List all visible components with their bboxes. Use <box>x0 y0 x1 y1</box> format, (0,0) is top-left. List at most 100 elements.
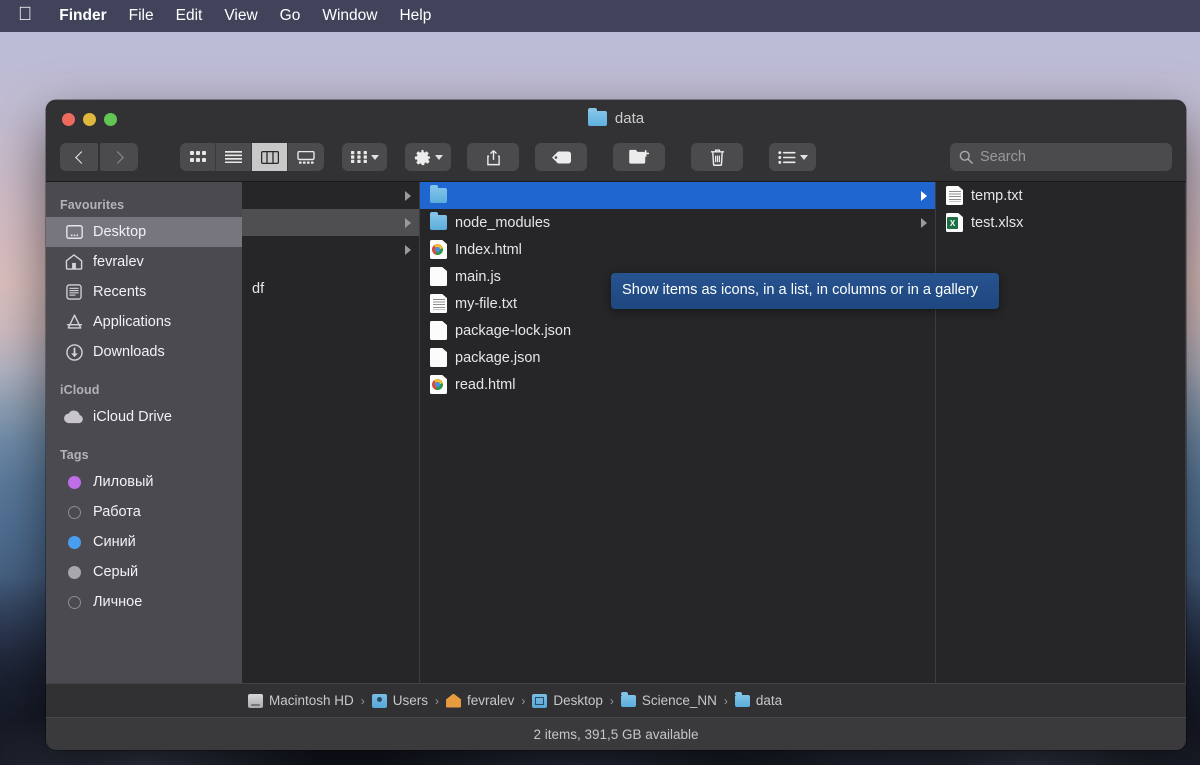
menu-item-window[interactable]: Window <box>311 4 388 28</box>
sidebar-item-label: Applications <box>93 314 172 330</box>
sidebar-item-downloads[interactable]: Downloads <box>46 337 242 367</box>
list-item[interactable]: node_modules <box>420 209 935 236</box>
breadcrumb-science-nn[interactable]: Science_NN <box>620 692 717 708</box>
chevron-down-icon <box>435 154 443 160</box>
edit-tags-button[interactable] <box>535 143 587 171</box>
folder-icon <box>734 692 750 707</box>
sidebar-item-label: Downloads <box>93 344 165 360</box>
folder-icon <box>430 212 447 230</box>
list-item[interactable]: package-lock.json <box>420 317 935 344</box>
gallery-view-button[interactable] <box>288 143 324 171</box>
menu-item-edit[interactable]: Edit <box>165 4 214 28</box>
text-file-icon <box>946 186 963 205</box>
breadcrumb-desktop[interactable]: Desktop <box>532 693 603 708</box>
new-folder-button[interactable] <box>613 143 665 171</box>
sidebar-item-tag-grey[interactable]: Серый <box>46 557 242 587</box>
breadcrumb-fevralev[interactable]: fevralev <box>446 693 514 708</box>
window-toolbar: data Search <box>46 100 1186 182</box>
share-button[interactable] <box>467 143 519 171</box>
disclosure-arrow-icon <box>921 190 927 201</box>
menu-item-view[interactable]: View <box>213 4 268 28</box>
list-item[interactable] <box>242 182 419 209</box>
delete-button[interactable] <box>691 143 743 171</box>
sidebar-item-icloud-drive[interactable]: iCloud Drive <box>46 402 242 432</box>
sidebar-item-label: Серый <box>93 564 139 580</box>
tag-dot-icon <box>64 475 84 489</box>
list-item[interactable] <box>420 182 935 209</box>
back-button[interactable] <box>60 143 98 171</box>
chevron-down-icon <box>800 154 808 160</box>
sidebar-item-recents[interactable]: Recents <box>46 277 242 307</box>
action-menu-button[interactable] <box>405 143 451 171</box>
recents-icon <box>64 284 84 300</box>
text-file-icon <box>430 294 447 313</box>
menu-item-go[interactable]: Go <box>269 4 312 28</box>
menu-item-file[interactable]: File <box>118 4 165 28</box>
column-view-button[interactable] <box>252 143 288 171</box>
forward-button[interactable] <box>100 143 138 171</box>
apple-menu-icon[interactable]:  <box>18 5 48 27</box>
sidebar-item-label: fevralev <box>93 254 144 270</box>
folder-icon <box>430 185 447 203</box>
icon-view-button[interactable] <box>180 143 216 171</box>
breadcrumb-separator: › <box>609 693 614 708</box>
grid-icon <box>351 151 367 163</box>
list-item-label: temp.txt <box>971 187 1023 204</box>
tag-dot-icon <box>64 565 84 579</box>
sidebar-item-tag-purple[interactable]: Лиловый <box>46 467 242 497</box>
hard-drive-icon <box>248 693 263 708</box>
sidebar-item-desktop[interactable]: Desktop <box>46 217 242 247</box>
forward-arrow-icon <box>110 150 124 164</box>
list-item-label: node_modules <box>455 214 551 231</box>
list-item[interactable] <box>242 209 419 236</box>
desktop-icon <box>64 225 84 239</box>
sidebar: Favourites Desktop fevralev Recents Appl… <box>46 182 242 683</box>
zoom-button[interactable] <box>104 113 117 126</box>
list-item[interactable] <box>242 236 419 263</box>
sidebar-item-label: iCloud Drive <box>93 409 172 425</box>
sidebar-item-tag-work[interactable]: Работа <box>46 497 242 527</box>
breadcrumb-data[interactable]: data <box>734 692 782 708</box>
breadcrumb-label: Desktop <box>553 693 603 708</box>
list-item[interactable]: test.xlsx <box>936 209 1185 236</box>
list-item[interactable]: read.html <box>420 371 935 398</box>
menu-item-help[interactable]: Help <box>388 4 442 28</box>
list-item[interactable]: Index.html <box>420 236 935 263</box>
breadcrumb-macintosh-hd[interactable]: Macintosh HD <box>248 693 354 708</box>
disclosure-arrow-icon <box>405 217 411 228</box>
list-item[interactable]: package.json <box>420 344 935 371</box>
disclosure-arrow-icon <box>405 244 411 255</box>
sidebar-item-tag-blue[interactable]: Синий <box>46 527 242 557</box>
window-title-bar: data <box>46 108 1186 127</box>
list-item-label: test.xlsx <box>971 214 1024 231</box>
breadcrumb-users[interactable]: Users <box>371 693 429 708</box>
downloads-icon <box>64 343 84 361</box>
breadcrumb-label: fevralev <box>467 693 515 708</box>
sidebar-item-fevralev[interactable]: fevralev <box>46 247 242 277</box>
breadcrumb-label: Users <box>392 693 429 708</box>
share-icon <box>486 149 500 165</box>
home-icon <box>64 254 84 270</box>
menu-item-finder[interactable]: Finder <box>48 4 117 28</box>
search-placeholder: Search <box>980 149 1026 165</box>
search-field[interactable]: Search <box>950 143 1172 171</box>
breadcrumb-separator: › <box>435 693 440 708</box>
sidebar-header-icloud: iCloud <box>60 383 100 397</box>
breadcrumb-label: Macintosh HD <box>269 693 354 708</box>
window-body: Favourites Desktop fevralev Recents Appl… <box>46 182 1186 683</box>
minimize-button[interactable] <box>83 113 96 126</box>
list-view-button[interactable] <box>216 143 252 171</box>
close-button[interactable] <box>62 113 75 126</box>
home-folder-icon <box>446 693 462 708</box>
group-items-button[interactable] <box>342 143 387 171</box>
arrange-button[interactable] <box>769 143 816 171</box>
list-item-label: my-file.txt <box>455 295 518 312</box>
sidebar-item-applications[interactable]: Applications <box>46 307 242 337</box>
list-item-label: read.html <box>455 376 516 393</box>
sidebar-item-tag-personal[interactable]: Личное <box>46 587 242 617</box>
desktop-folder-icon <box>532 693 548 708</box>
folder-icon <box>587 108 607 126</box>
list-item[interactable]: df <box>242 263 419 315</box>
list-item[interactable]: temp.txt <box>936 182 1185 209</box>
list-item-label: package.json <box>455 349 541 366</box>
